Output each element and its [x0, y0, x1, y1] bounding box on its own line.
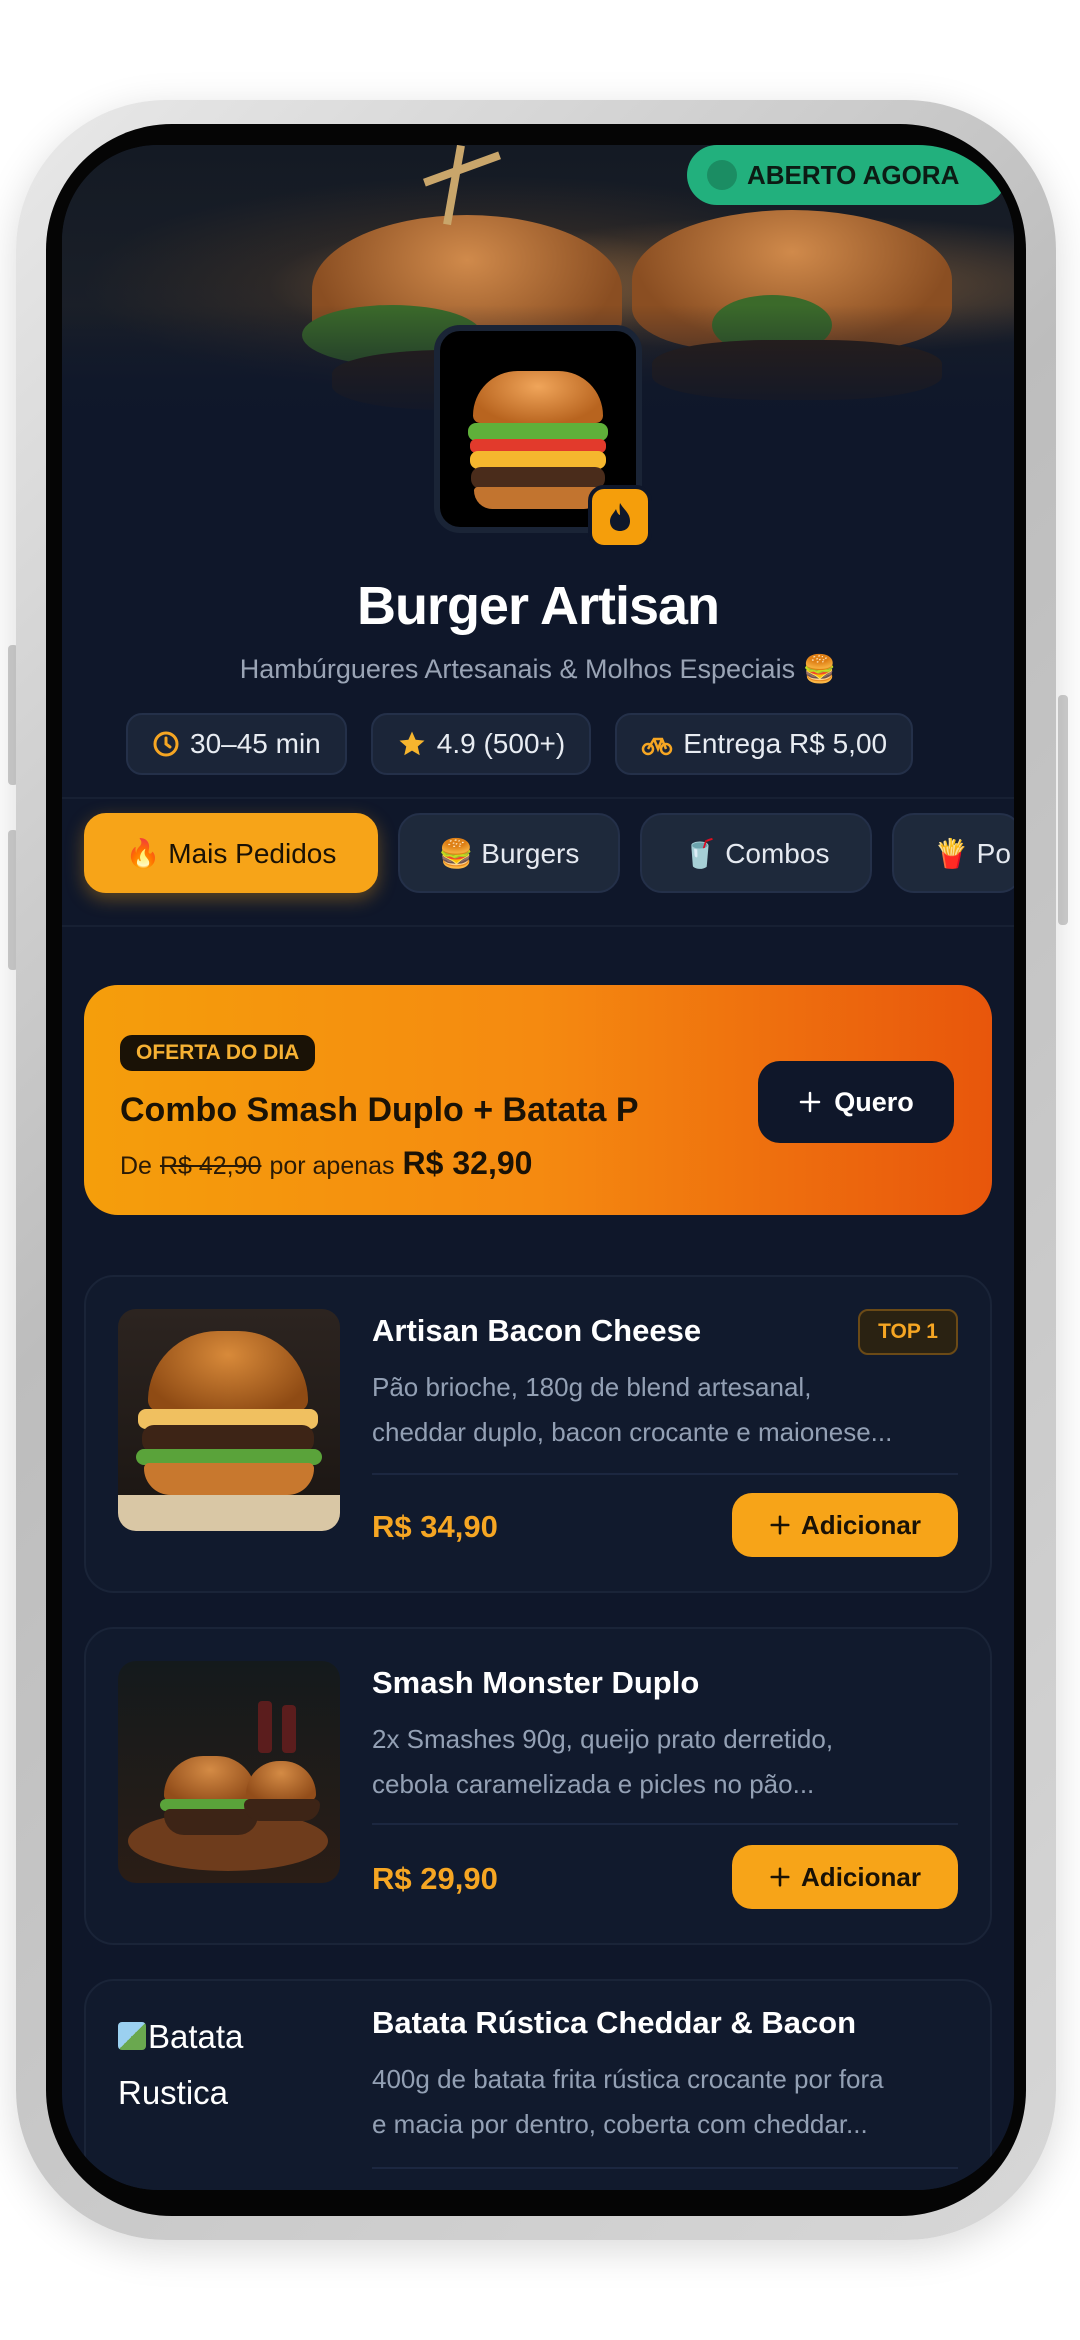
- divider: [372, 1823, 958, 1825]
- offer-quero-button[interactable]: Quero: [758, 1061, 954, 1143]
- product-name: Smash Monster Duplo: [372, 1665, 700, 1700]
- status-dot-icon: [707, 160, 737, 190]
- plus-icon: [799, 1091, 821, 1113]
- offer-title: Combo Smash Duplo + Batata P: [120, 1091, 639, 1129]
- top-badge: TOP 1: [858, 1309, 958, 1355]
- product-description: 2x Smashes 90g, queijo prato derretido, …: [372, 1724, 834, 1799]
- offer-old-price: R$ 42,90: [159, 1152, 262, 1180]
- plus-icon: [770, 1867, 790, 1887]
- product-image: [118, 1309, 340, 1531]
- info-chips: 30–45 min 4.9 (500+) Entrega R$ 5,00: [126, 713, 914, 775]
- product-name: Artisan Bacon Cheese: [372, 1313, 702, 1348]
- divider: [372, 2167, 958, 2169]
- divider: [62, 925, 1014, 927]
- offer-banner[interactable]: OFERTA DO DIA Combo Smash Duplo + Batata…: [84, 985, 992, 1215]
- offer-new-price: R$ 32,90: [402, 1145, 533, 1181]
- star-icon: [399, 731, 425, 756]
- tab-porcoes[interactable]: 🍟 Po: [892, 813, 1014, 893]
- app-screen: ABERTO AGORA Burger Artisan Hambúrgueres…: [62, 145, 1014, 2190]
- product-description: 400g de batata frita rústica crocante po…: [372, 2064, 884, 2139]
- fire-icon: [588, 485, 652, 549]
- product-image: [118, 1661, 340, 1883]
- product-price: R$ 29,90: [372, 1861, 498, 1896]
- delivery-fee-chip: Entrega R$ 5,00: [615, 713, 914, 775]
- broken-image-icon: Batata Rustica: [118, 2018, 244, 2111]
- store-name: Burger Artisan: [356, 576, 720, 636]
- plus-icon: [770, 1515, 790, 1535]
- product-price: R$ 34,90: [372, 1509, 498, 1544]
- product-card[interactable]: Smash Monster Duplo 2x Smashes 90g, quei…: [84, 1627, 992, 1945]
- product-card[interactable]: Artisan Bacon Cheese TOP 1 Pão brioche, …: [84, 1275, 992, 1593]
- offer-tag: OFERTA DO DIA: [120, 1035, 316, 1071]
- divider: [62, 797, 1014, 799]
- status-badge-label: ABERTO AGORA: [747, 159, 960, 190]
- offer-price-line: De R$ 42,90 por apenas R$ 32,90: [120, 1145, 533, 1181]
- add-to-cart-button[interactable]: Adicionar: [732, 1845, 958, 1909]
- bike-icon: [641, 737, 673, 756]
- clock-icon: [153, 731, 179, 757]
- status-badge: ABERTO AGORA: [687, 145, 1007, 205]
- category-tabs: 🔥 Mais Pedidos 🍔 Burgers 🥤 Combos 🍟 Po: [84, 813, 1014, 893]
- product-name: Batata Rústica Cheddar & Bacon: [372, 2005, 857, 2040]
- phone-power-button: [1058, 695, 1068, 925]
- rating-chip: 4.9 (500+): [370, 713, 592, 775]
- store-subtitle: Hambúrgueres Artesanais & Molhos Especia…: [239, 654, 837, 684]
- divider: [372, 1473, 958, 1475]
- burger-logo-image: [473, 371, 603, 423]
- add-to-cart-button[interactable]: Adicionar: [732, 1493, 958, 1557]
- product-description: Pão brioche, 180g de blend artesanal, ch…: [372, 1372, 893, 1447]
- product-card[interactable]: Batata Rustica Batata Rústica Cheddar & …: [84, 1979, 992, 2190]
- tab-mais-pedidos[interactable]: 🔥 Mais Pedidos: [84, 813, 378, 893]
- tab-burgers[interactable]: 🍔 Burgers: [398, 813, 620, 893]
- tab-combos[interactable]: 🥤 Combos: [640, 813, 872, 893]
- delivery-time-chip: 30–45 min: [126, 713, 347, 775]
